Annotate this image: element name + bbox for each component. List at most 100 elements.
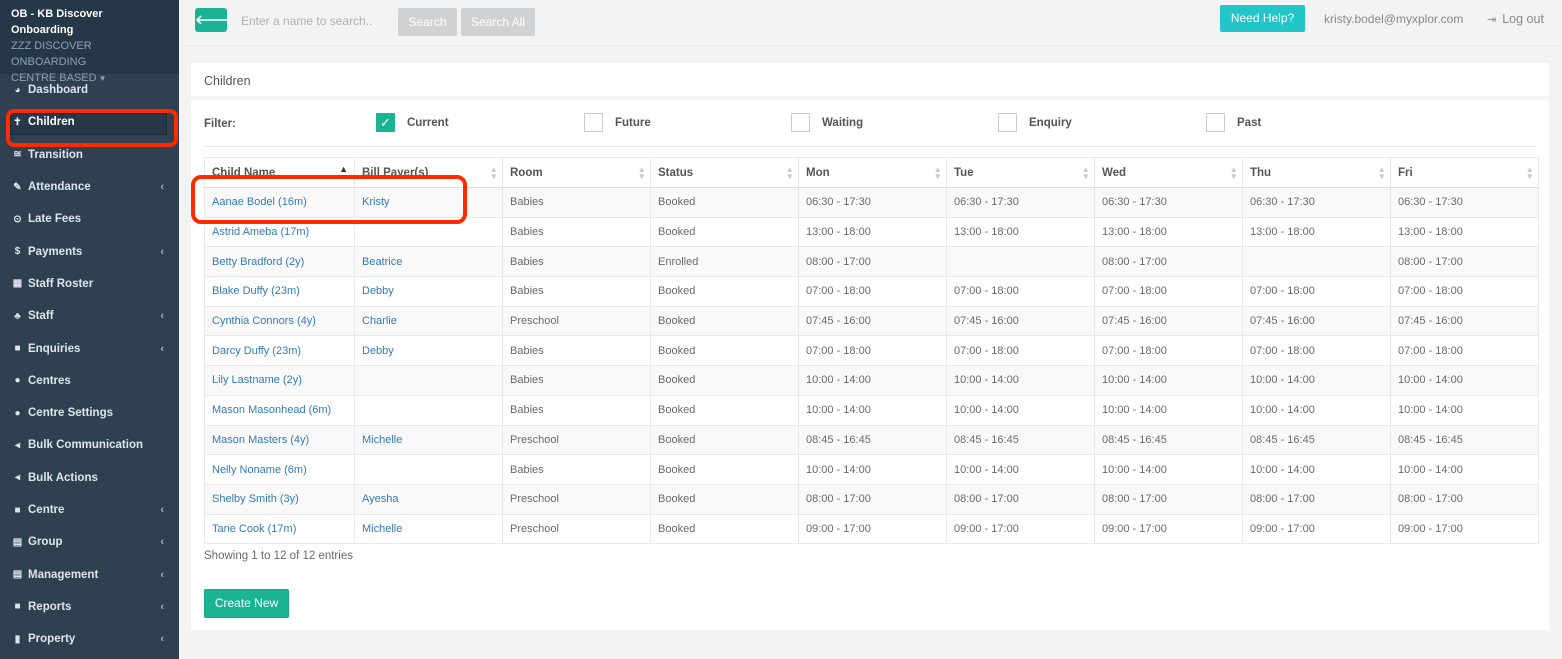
filter-current-checkbox[interactable]: ✓ [376, 113, 395, 132]
child-name-link[interactable]: Nelly Noname (6m) [212, 464, 307, 476]
highlight-box-row [191, 175, 467, 224]
sidebar-item-centre-settings[interactable]: ● Centre Settings [0, 397, 179, 429]
cell-text: 10:00 - 14:00 [806, 404, 871, 417]
filter-past[interactable]: Past [1206, 113, 1261, 132]
sidebar-item-staff[interactable]: ♣ Staff ‹ [0, 300, 179, 332]
search-input[interactable] [235, 9, 395, 33]
table-cell: Preschool [502, 424, 651, 456]
cell-text: 10:00 - 14:00 [954, 404, 1019, 417]
search-all-button[interactable]: Search All [461, 8, 535, 36]
table-cell: Lily Lastname (2y) [204, 365, 355, 396]
table-cell: 06:30 - 17:30 [1390, 187, 1539, 218]
table-cell: Booked [650, 305, 799, 337]
filter-past-checkbox[interactable] [1206, 113, 1225, 132]
column-header-mon[interactable]: Mon ▴ ▾ [798, 157, 947, 188]
child-name-link[interactable]: Mason Masters (4y) [212, 434, 309, 446]
table-row: Mason Masters (4y) Michelle Preschool Booke… [204, 424, 1539, 456]
filter-future[interactable]: Future [584, 113, 651, 132]
sidebar-item-reports[interactable]: ■ Reports ‹ [0, 591, 179, 623]
bill-payer-link[interactable]: Charlie [362, 315, 397, 327]
table-cell: Preschool [502, 305, 651, 337]
child-name-link[interactable]: Darcy Duffy (23m) [212, 345, 301, 357]
column-header-wed[interactable]: Wed ▴ ▾ [1094, 157, 1243, 188]
bill-payer-link[interactable]: Michelle [362, 523, 402, 535]
sidebar-item-bulk-actions[interactable]: ◂ Bulk Actions [0, 462, 179, 494]
table-cell: 07:00 - 18:00 [1094, 276, 1243, 307]
logout-link[interactable]: ⇥ Log out [1487, 12, 1544, 26]
cell-text: Booked [658, 285, 696, 298]
bullhorn-icon: ◂ [14, 472, 21, 484]
table-cell: 13:00 - 18:00 [798, 216, 947, 248]
sidebar-item-enquiries[interactable]: ■ Enquiries ‹ [0, 332, 179, 364]
table-row: Shelby Smith (3y) Ayesha Preschool Booked 08… [204, 483, 1539, 515]
table-cell: 13:00 - 18:00 [1242, 216, 1391, 248]
bill-payer-link[interactable]: Beatrice [362, 256, 402, 268]
child-name-link[interactable]: Shelby Smith (3y) [212, 493, 299, 505]
table-cell: 08:45 - 16:45 [798, 424, 947, 456]
sidebar-item-staff-roster[interactable]: ▦ Staff Roster [0, 268, 179, 300]
sidebar-item-payments[interactable]: $ Payments ‹ [0, 235, 179, 267]
column-header-room[interactable]: Room ▴ ▾ [502, 157, 651, 188]
table-cell: 07:00 - 18:00 [1390, 276, 1539, 307]
cell-text: 06:30 - 17:30 [1250, 196, 1315, 209]
filter-waiting[interactable]: Waiting [791, 113, 863, 132]
filter-waiting-checkbox[interactable] [791, 113, 810, 132]
sidebar-nav: ◕ Dashboard ✝ Children ≅ Transition ✎ Attendanc… [0, 74, 179, 655]
table-cell: 10:00 - 14:00 [1242, 365, 1391, 396]
child-name-link[interactable]: Astrid Ameba (17m) [212, 226, 309, 238]
table-cell: Booked [650, 276, 799, 307]
column-header-fri[interactable]: Fri ▴ ▾ [1390, 157, 1539, 188]
sidebar-item-centre[interactable]: ■ Centre ‹ [0, 494, 179, 526]
bill-payer-link[interactable]: Michelle [362, 434, 402, 446]
table-cell: Booked [650, 365, 799, 396]
table-cell: 09:00 - 17:00 [798, 513, 947, 545]
table-cell: 08:00 - 17:00 [946, 483, 1095, 515]
table-cell: 07:45 - 16:00 [1094, 305, 1243, 337]
need-help-button[interactable]: Need Help? [1220, 5, 1305, 32]
child-name-link[interactable]: Mason Masonhead (6m) [212, 404, 331, 416]
table-cell: Booked [650, 424, 799, 456]
sidebar-item-management[interactable]: ▤ Management ‹ [0, 558, 179, 590]
child-name-link[interactable]: Tane Cook (17m) [212, 523, 296, 535]
filter-enquiry[interactable]: Enquiry [998, 113, 1072, 132]
column-header-thu[interactable]: Thu ▴ ▾ [1242, 157, 1391, 188]
table-cell: Tane Cook (17m) [204, 513, 355, 545]
table-cell: Booked [650, 454, 799, 485]
sidebar-item-attendance[interactable]: ✎ Attendance ‹ [0, 171, 179, 203]
child-name-link[interactable]: Betty Bradford (2y) [212, 256, 304, 268]
bill-payer-link[interactable]: Ayesha [362, 493, 399, 505]
cell-text: Booked [658, 196, 696, 209]
table-cell: Charlie [354, 305, 503, 337]
search-button[interactable]: Search [398, 8, 457, 36]
filter-current[interactable]: ✓ Current [376, 113, 449, 132]
cell-text: 07:00 - 18:00 [1398, 344, 1463, 357]
table-row: Mason Masonhead (6m) Babies Booked 10:00 - … [204, 394, 1539, 426]
sidebar-item-dashboard[interactable]: ◕ Dashboard [0, 74, 179, 106]
column-header-status[interactable]: Status ▴ ▾ [650, 157, 799, 188]
column-header-tue[interactable]: Tue ▴ ▾ [946, 157, 1095, 188]
child-name-link[interactable]: Blake Duffy (23m) [212, 285, 300, 297]
cell-text: Preschool [510, 315, 559, 328]
filter-future-checkbox[interactable] [584, 113, 603, 132]
sidebar-item-late-fees[interactable]: ⊙ Late Fees [0, 203, 179, 235]
cell-text: 10:00 - 14:00 [954, 463, 1019, 476]
filter-enquiry-label: Enquiry [1029, 116, 1072, 129]
table-cell: 08:45 - 16:45 [1390, 424, 1539, 456]
sidebar-item-centres[interactable]: ● Centres [0, 365, 179, 397]
sidebar-item-group[interactable]: ▤ Group ‹ [0, 526, 179, 558]
table-cell: 08:00 - 17:00 [1242, 483, 1391, 515]
back-button[interactable]: 🡐 [195, 8, 230, 32]
bill-payer-link[interactable]: Debby [362, 285, 394, 297]
create-new-button[interactable]: Create New [204, 589, 289, 618]
sidebar-item-bulk-communication[interactable]: ◂ Bulk Communication [0, 429, 179, 461]
child-name-link[interactable]: Cynthia Connors (4y) [212, 315, 316, 327]
filter-enquiry-checkbox[interactable] [998, 113, 1017, 132]
cell-text: 09:00 - 17:00 [1102, 522, 1167, 535]
sort-icon: ▴ ▾ [787, 164, 792, 181]
bill-payer-link[interactable]: Debby [362, 345, 394, 357]
table-cell: 07:00 - 18:00 [798, 335, 947, 367]
child-name-link[interactable]: Lily Lastname (2y) [212, 374, 302, 386]
table-cell: Debby [354, 276, 503, 307]
cell-text: 08:45 - 16:45 [1398, 433, 1463, 446]
sidebar-item-property[interactable]: ▮ Property ‹ [0, 623, 179, 655]
